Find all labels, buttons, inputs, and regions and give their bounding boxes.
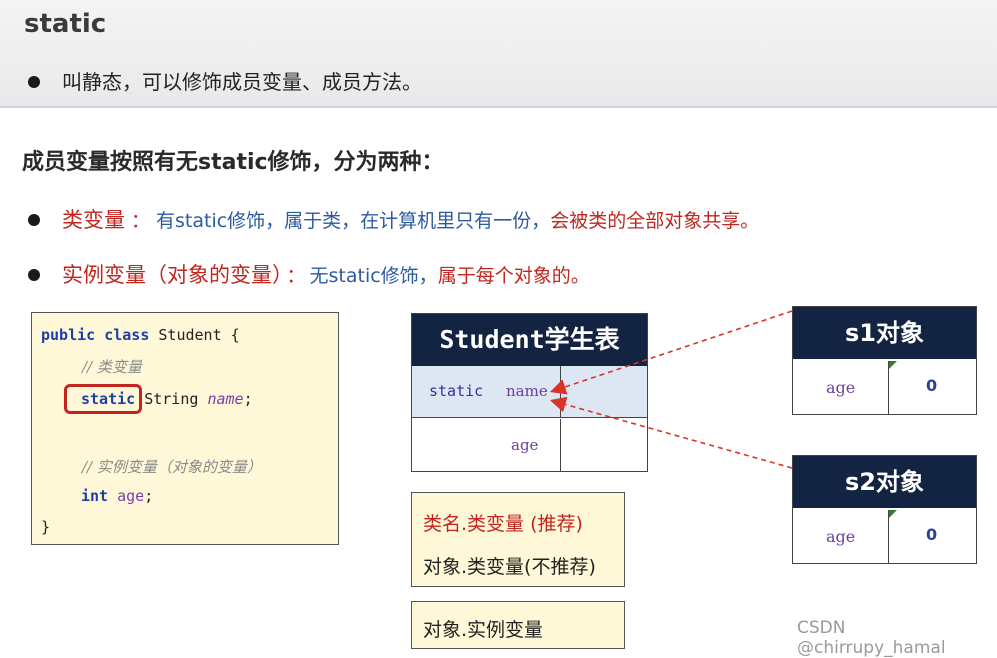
header-bullet-text: 叫静态，可以修饰成员变量、成员方法。: [62, 70, 422, 94]
student-table-age-value: [561, 419, 647, 471]
bullet-dot-icon: [28, 213, 40, 226]
bullet-term: 实例变量（对象的变量）: [62, 263, 283, 287]
bullet-dot-icon: [28, 268, 40, 281]
bullet-class-variable: 类变量 ：有static修饰，属于类，在计算机里只有一份，会被类的全部对象共享。: [28, 204, 759, 234]
static-label: static: [429, 382, 484, 400]
code-keyword: public class: [41, 326, 150, 344]
s1-table-title: s1对象: [793, 307, 976, 359]
instance-access-label: 对象.实例变量: [423, 619, 544, 641]
bullet-desc-red: 会被类的全部对象共享。: [550, 210, 760, 232]
code-text: Student {: [149, 326, 240, 344]
code-line-static: static String name;: [81, 390, 253, 408]
bullet-desc-blue: 无static修饰，: [309, 265, 438, 287]
instance-var-access-box: 对象.实例变量: [411, 601, 625, 649]
s1-age-cell: age: [793, 361, 889, 414]
code-type: String: [144, 390, 208, 408]
code-line-int: int age;: [81, 487, 153, 505]
code-text: ;: [243, 390, 253, 408]
bullet-term: 类变量: [62, 208, 125, 232]
s1-age-value: 0: [926, 376, 938, 395]
code-comment-instance-var: // 实例变量（对象的变量）: [82, 458, 262, 476]
bullet-desc-blue: 有static修饰，属于类，在计算机里只有一份，: [156, 210, 551, 232]
code-text: ;: [144, 487, 154, 505]
s2-age-value-cell: 0: [889, 510, 976, 563]
code-comment-class-var: // 类变量: [82, 358, 142, 376]
s1-object-table: s1对象 age 0: [792, 306, 977, 415]
section-heading: 成员变量按照有无static修饰，分为两种：: [22, 150, 444, 175]
s2-age-value: 0: [926, 525, 938, 544]
age-label: age: [511, 436, 539, 454]
bullet-instance-variable: 实例变量（对象的变量）：无static修饰，属于每个对象的。: [28, 259, 590, 289]
student-table-static-cell: static name: [412, 366, 561, 418]
s2-age-cell: age: [793, 510, 889, 563]
code-block: public class Student { // 类变量 static Str…: [31, 312, 339, 545]
s2-object-table: s2对象 age 0: [792, 455, 977, 564]
student-table: Student学生表 static name age: [411, 313, 648, 472]
access-not-recommended: 对象.类变量(不推荐): [423, 556, 596, 578]
watermark: CSDN @chirrupy_hamal: [797, 618, 946, 658]
code-field: age: [117, 487, 145, 505]
bullet-sep: ：: [286, 265, 306, 287]
class-var-access-box: 类名.类变量 (推荐) 对象.类变量(不推荐): [411, 492, 625, 587]
bullet-sep: ：: [131, 210, 151, 232]
bullet-desc-red: 属于每个对象的。: [437, 265, 590, 287]
code-field: name: [207, 390, 244, 408]
code-keyword: int: [81, 487, 109, 505]
code-keyword: static: [81, 390, 136, 408]
student-table-age-cell: age: [412, 419, 561, 471]
bullet-dot-icon: [28, 75, 40, 88]
s2-age-label: age: [826, 527, 856, 546]
name-label: name: [506, 382, 548, 400]
code-line-close: }: [41, 518, 51, 536]
header-band: static 叫静态，可以修饰成员变量、成员方法。: [0, 0, 997, 108]
header-bullet: 叫静态，可以修饰成员变量、成员方法。: [28, 66, 422, 95]
s1-age-value-cell: 0: [889, 361, 976, 414]
code-line-class: public class Student {: [41, 326, 240, 344]
s1-age-label: age: [826, 378, 856, 397]
access-recommended: 类名.类变量 (推荐): [423, 513, 583, 535]
s2-table-title: s2对象: [793, 456, 976, 508]
student-table-title: Student学生表: [412, 314, 647, 366]
student-table-static-value: [561, 366, 647, 418]
page-title: static: [24, 9, 107, 39]
